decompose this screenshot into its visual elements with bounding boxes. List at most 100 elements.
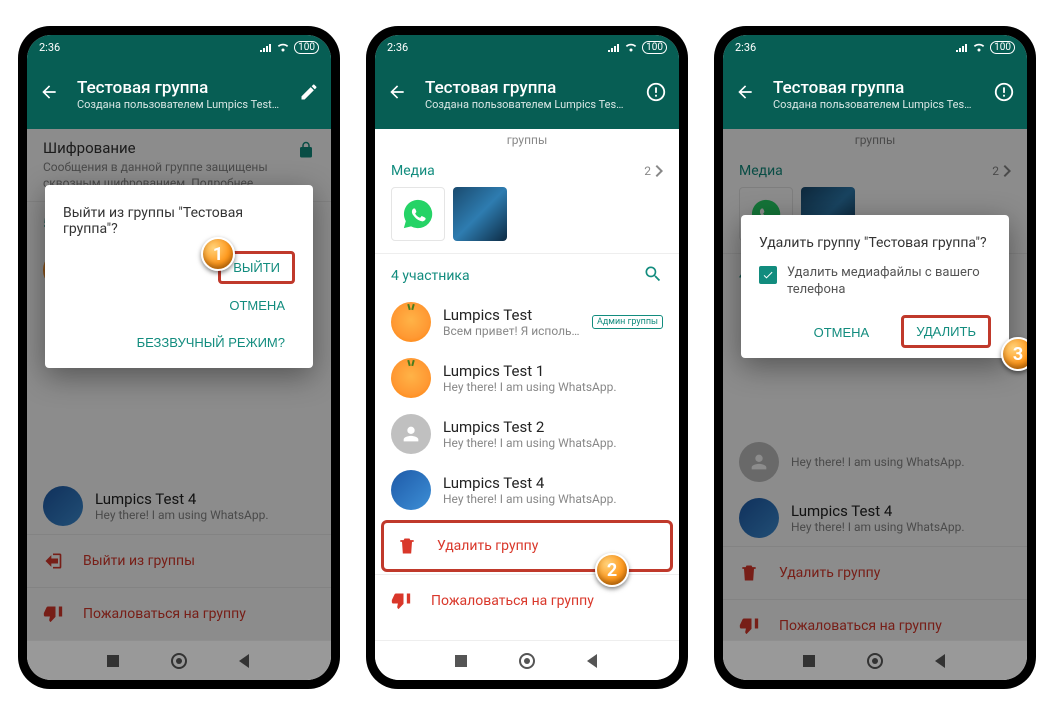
thumb-down-icon — [391, 591, 411, 611]
screen-2: 2:36 100 Тестовая группа Создана пользов… — [375, 35, 679, 680]
phone-2: 2:36 100 Тестовая группа Создана пользов… — [366, 26, 688, 689]
members-count: 4 участника — [391, 268, 470, 284]
thumb-image[interactable] — [453, 187, 507, 241]
report-label: Пожаловаться на группу — [431, 593, 594, 609]
nav-home-icon[interactable] — [170, 652, 188, 670]
nav-home-icon[interactable] — [518, 652, 536, 670]
status-time: 2:36 — [387, 41, 408, 54]
step-marker-1: 1 — [201, 237, 235, 271]
dialog-text: Удалить группу "Тестовая группа"? — [759, 235, 991, 251]
members-header: 4 участника — [375, 254, 679, 294]
member-status: Hey there! I am using WhatsApp. — [443, 492, 663, 506]
whatsapp-icon — [401, 197, 435, 231]
status-bar: 2:36 100 — [723, 35, 1027, 59]
header-subtitle: Создана пользователем Lumpics Test вч... — [425, 98, 627, 111]
cancel-button[interactable]: ОТМЕНА — [219, 290, 295, 321]
avatar — [391, 414, 431, 454]
header-title: Тестовая группа — [425, 78, 627, 98]
media-count: 2 — [644, 164, 663, 178]
checkbox-label: Удалить медиафайлы с вашего телефона — [787, 265, 991, 299]
status-time: 2:36 — [39, 41, 60, 54]
content-2: группы Медиа 2 4 участника — [375, 129, 679, 640]
battery-icon: 100 — [990, 41, 1015, 54]
avatar — [391, 302, 431, 342]
person-icon — [400, 423, 422, 445]
step-marker-3: 3 — [1001, 337, 1027, 371]
member-name: Lumpics Test 4 — [443, 474, 663, 492]
admin-badge: Админ группы — [592, 315, 663, 329]
member-admin[interactable]: Lumpics Test Всем привет! Я использую Wh… — [375, 294, 679, 350]
member-name: Lumpics Test — [443, 306, 580, 324]
back-icon[interactable] — [39, 82, 59, 106]
nav-back-icon[interactable] — [584, 652, 602, 670]
thumb-whatsapp[interactable] — [391, 187, 445, 241]
info-icon[interactable] — [993, 81, 1015, 107]
member-status: Всем привет! Я использую WhatsApp. — [443, 324, 580, 338]
member-status: Hey there! I am using WhatsApp. — [443, 436, 663, 450]
member-1[interactable]: Lumpics Test 1 Hey there! I am using Wha… — [375, 350, 679, 406]
member-4[interactable]: Lumpics Test 4 Hey there! I am using Wha… — [375, 462, 679, 518]
avatar — [391, 470, 431, 510]
screen-1: 2:36 100 Тестовая группа Создана пользов… — [27, 35, 331, 680]
status-bar: 2:36 100 — [375, 35, 679, 59]
step-marker-2: 2 — [595, 553, 629, 587]
member-2[interactable]: Lumpics Test 2 Hey there! I am using Wha… — [375, 406, 679, 462]
battery-icon: 100 — [642, 41, 667, 54]
nav-home-icon[interactable] — [866, 652, 884, 670]
android-navbar — [723, 640, 1027, 680]
battery-icon: 100 — [294, 41, 319, 54]
wifi-icon — [972, 42, 986, 52]
edit-icon[interactable] — [299, 82, 319, 106]
header-subtitle: Создана пользователем Lumpics Test вч... — [773, 98, 975, 111]
member-name: Lumpics Test 2 — [443, 418, 663, 436]
status-icons: 100 — [956, 41, 1015, 54]
nav-recent-icon[interactable] — [104, 652, 122, 670]
app-header: Тестовая группа Создана пользователем Lu… — [723, 59, 1027, 129]
status-icons: 100 — [260, 41, 319, 54]
signal-icon — [956, 42, 968, 52]
android-navbar — [375, 640, 679, 680]
member-status: Hey there! I am using WhatsApp. — [443, 380, 663, 394]
android-navbar — [27, 640, 331, 680]
delete-button[interactable]: УДАЛИТЬ — [901, 315, 991, 348]
trash-icon — [397, 536, 417, 556]
member-name: Lumpics Test 1 — [443, 362, 663, 380]
nav-back-icon[interactable] — [932, 652, 950, 670]
report-group-row[interactable]: Пожаловаться на группу — [375, 574, 679, 627]
delete-dialog: Удалить группу "Тестовая группа"? Удалит… — [741, 215, 1009, 358]
checkbox-checked-icon[interactable] — [759, 266, 777, 284]
delete-label: Удалить группу — [437, 538, 538, 554]
media-header[interactable]: Медиа 2 — [375, 155, 679, 179]
leave-dialog: Выйти из группы "Тестовая группа"? ВЫЙТИ… — [45, 185, 313, 368]
mute-button[interactable]: БЕЗЗВУЧНЫЙ РЕЖИМ? — [127, 327, 295, 358]
signal-icon — [260, 42, 272, 52]
back-icon[interactable] — [387, 82, 407, 106]
media-thumbs — [375, 179, 679, 254]
status-time: 2:36 — [735, 41, 756, 54]
chevron-right-icon — [655, 165, 663, 177]
phone-1: 2:36 100 Тестовая группа Создана пользов… — [18, 26, 340, 689]
cancel-button[interactable]: ОТМЕНА — [804, 317, 880, 348]
delete-group-row[interactable]: Удалить группу — [381, 520, 673, 572]
wifi-icon — [624, 42, 638, 52]
nav-recent-icon[interactable] — [800, 652, 818, 670]
phone-3: 2:36 100 Тестовая группа Создана пользов… — [714, 26, 1036, 689]
wifi-icon — [276, 42, 290, 52]
search-icon[interactable] — [643, 264, 663, 288]
nav-back-icon[interactable] — [236, 652, 254, 670]
delete-media-checkbox-row[interactable]: Удалить медиафайлы с вашего телефона — [759, 265, 991, 299]
screen-3: 2:36 100 Тестовая группа Создана пользов… — [723, 35, 1027, 680]
media-label: Медиа — [391, 163, 435, 179]
nav-recent-icon[interactable] — [452, 652, 470, 670]
info-icon[interactable] — [645, 81, 667, 107]
app-header: Тестовая группа Создана пользователем Lu… — [27, 59, 331, 129]
header-title: Тестовая группа — [773, 78, 975, 98]
avatar — [391, 358, 431, 398]
back-icon[interactable] — [735, 82, 755, 106]
status-bar: 2:36 100 — [27, 35, 331, 59]
app-header: Тестовая группа Создана пользователем Lu… — [375, 59, 679, 129]
header-title: Тестовая группа — [77, 78, 281, 98]
signal-icon — [608, 42, 620, 52]
header-subtitle: Создана пользователем Lumpics Test вч... — [77, 98, 281, 111]
dialog-text: Выйти из группы "Тестовая группа"? — [63, 205, 295, 237]
